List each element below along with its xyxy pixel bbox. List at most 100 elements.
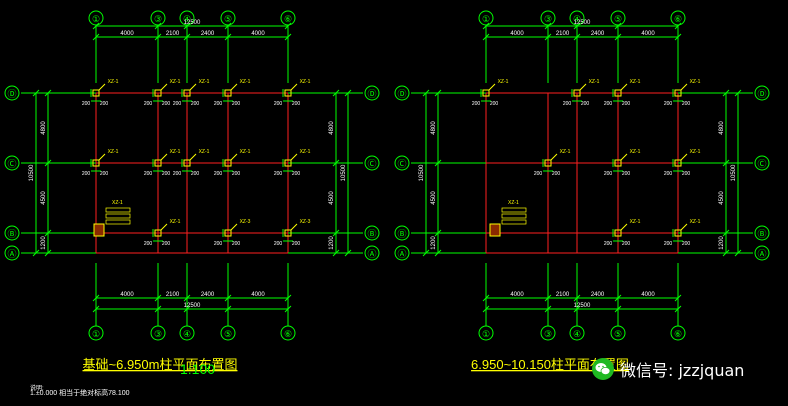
dim-bottom-3: 4000 <box>641 292 655 298</box>
highlight-column: XZ-1 <box>93 200 131 237</box>
column-label: XZ-1 <box>170 149 181 155</box>
axis-bubble-top-text: ① <box>92 14 100 24</box>
column-dim: 200 <box>214 101 223 107</box>
dim-bottom-1: 2100 <box>166 292 180 298</box>
column-note-line <box>501 213 527 219</box>
column-dim: 200 <box>292 171 301 177</box>
axis-bubble-bottom-text: ③ <box>544 329 552 339</box>
axis-bubble-right-text: Ⓓ <box>367 89 376 99</box>
column-leader <box>189 83 197 91</box>
column-leader <box>290 153 298 161</box>
column-body <box>489 223 501 237</box>
column-dim: 200 <box>622 101 631 107</box>
dim-total-side: 10500 <box>419 164 425 181</box>
axis-bubble-left-text: Ⓑ <box>397 229 406 239</box>
column-dim: 200 <box>232 241 241 247</box>
column-dim: 200 <box>664 241 673 247</box>
column-dim: 200 <box>82 171 91 177</box>
column-label: XZ-1 <box>690 149 701 155</box>
column-label: XZ-1 <box>170 79 181 85</box>
dim-top-3: 4000 <box>641 31 655 37</box>
axis-bubble-right-text: Ⓐ <box>757 249 766 259</box>
column-label: XZ-1 <box>112 200 123 206</box>
column-label: XZ-3 <box>300 219 311 225</box>
column-leader <box>98 153 106 161</box>
axis-bubble-bottom-text: ③ <box>154 329 162 339</box>
column-leader <box>189 153 197 161</box>
column-label: XZ-1 <box>108 79 119 85</box>
dim-side-0: 4800 <box>431 121 437 135</box>
column-dim: 200 <box>682 241 691 247</box>
dim-total-top: 12500 <box>574 20 591 26</box>
dim-side-2: 1200 <box>41 236 47 250</box>
column-leader <box>160 83 168 91</box>
column-dim: 200 <box>162 101 171 107</box>
axis-bubble-bottom-text: ⑤ <box>224 329 232 339</box>
column-dim: 200 <box>173 171 182 177</box>
column-dim: 200 <box>292 241 301 247</box>
column-label: XZ-1 <box>498 79 509 85</box>
axis-bubble-right-text: Ⓓ <box>757 89 766 99</box>
column-body <box>93 223 105 237</box>
column-leader <box>680 153 688 161</box>
column-dim: 200 <box>214 241 223 247</box>
dim-bottom-2: 2400 <box>591 292 605 298</box>
column-dim: 200 <box>144 101 153 107</box>
dim-side-1: 4500 <box>329 191 335 205</box>
column-leader <box>290 83 298 91</box>
column-dim: 200 <box>191 101 200 107</box>
highlight-column: XZ-1 <box>489 200 527 237</box>
column-leader <box>620 223 628 231</box>
column-dim: 200 <box>162 241 171 247</box>
column-dim: 200 <box>232 101 241 107</box>
dim-bottom-0: 4000 <box>510 292 524 298</box>
dim-side-2: 1200 <box>719 236 725 250</box>
axis-bubble-right-text: Ⓒ <box>367 159 376 169</box>
dim-top-2: 2400 <box>591 31 605 37</box>
column-leader <box>98 83 106 91</box>
column-label: XZ-1 <box>690 219 701 225</box>
column-dim: 200 <box>604 241 613 247</box>
dim-side-0: 4800 <box>329 121 335 135</box>
dim-total-side: 10500 <box>731 164 737 181</box>
dim-top-1: 2100 <box>166 31 180 37</box>
axis-bubble-top-text: ⑤ <box>614 14 622 24</box>
column-leader <box>290 223 298 231</box>
column-label: XZ-1 <box>508 200 519 206</box>
column-label: XZ-1 <box>630 149 641 155</box>
column-dim: 200 <box>552 171 561 177</box>
axis-bubble-left-text: Ⓐ <box>7 249 16 259</box>
column-dim: 200 <box>622 171 631 177</box>
floor-plan-1[interactable]: ①①③③④④⑤⑤⑥⑥Ⓓ ⒹⒸ ⒸⒷ ⒷⒶ Ⓐ4000 2100 2400 4000125004… <box>4 10 380 397</box>
axis-bubble-right-text: Ⓑ <box>367 229 376 239</box>
dim-bottom-0: 4000 <box>120 292 134 298</box>
axis-bubble-top-text: ① <box>482 14 490 24</box>
column-label: XZ-1 <box>589 79 600 85</box>
dim-bottom-1: 2100 <box>556 292 570 298</box>
drawing-scale: 1:100 <box>180 361 215 377</box>
column-note-line <box>105 213 131 219</box>
column-leader <box>620 83 628 91</box>
axis-bubble-top-text: ⑥ <box>284 14 292 24</box>
dim-bottom-3: 4000 <box>251 292 265 298</box>
column-dim: 200 <box>604 171 613 177</box>
axis-bubble-top-text: ③ <box>544 14 552 24</box>
column-dim: 200 <box>191 171 200 177</box>
floor-plan-2[interactable]: ①①③③④④⑤⑤⑥⑥Ⓓ ⒹⒸ ⒸⒷ ⒷⒶ Ⓐ4000 2100 2400 4000125004… <box>394 10 770 372</box>
column-dim: 200 <box>682 101 691 107</box>
dim-side-0: 4800 <box>41 121 47 135</box>
dim-top-0: 4000 <box>120 31 134 37</box>
column-dim: 200 <box>144 241 153 247</box>
column-dim: 200 <box>581 101 590 107</box>
dim-side-2: 1200 <box>431 236 437 250</box>
column-dim: 200 <box>292 101 301 107</box>
cad-drawing-canvas[interactable]: ① ① ③ ③ ④ ④ ⑤ ⑤ ⑥ ⑥ Ⓓ Ⓓ Ⓒ Ⓒ Ⓑ Ⓑ Ⓐ Ⓐ 4000 2100 2400 4000 12500 4… <box>0 0 788 406</box>
dim-top-2: 2400 <box>201 31 215 37</box>
column-note-line <box>105 207 131 213</box>
column-label: XZ-1 <box>300 149 311 155</box>
watermark-text: 微信号: jzzjquan <box>620 361 745 380</box>
axis-bubble-left-text: Ⓓ <box>7 89 16 99</box>
dim-side-1: 4500 <box>719 191 725 205</box>
column-label: XZ-1 <box>560 149 571 155</box>
column-leader <box>620 153 628 161</box>
